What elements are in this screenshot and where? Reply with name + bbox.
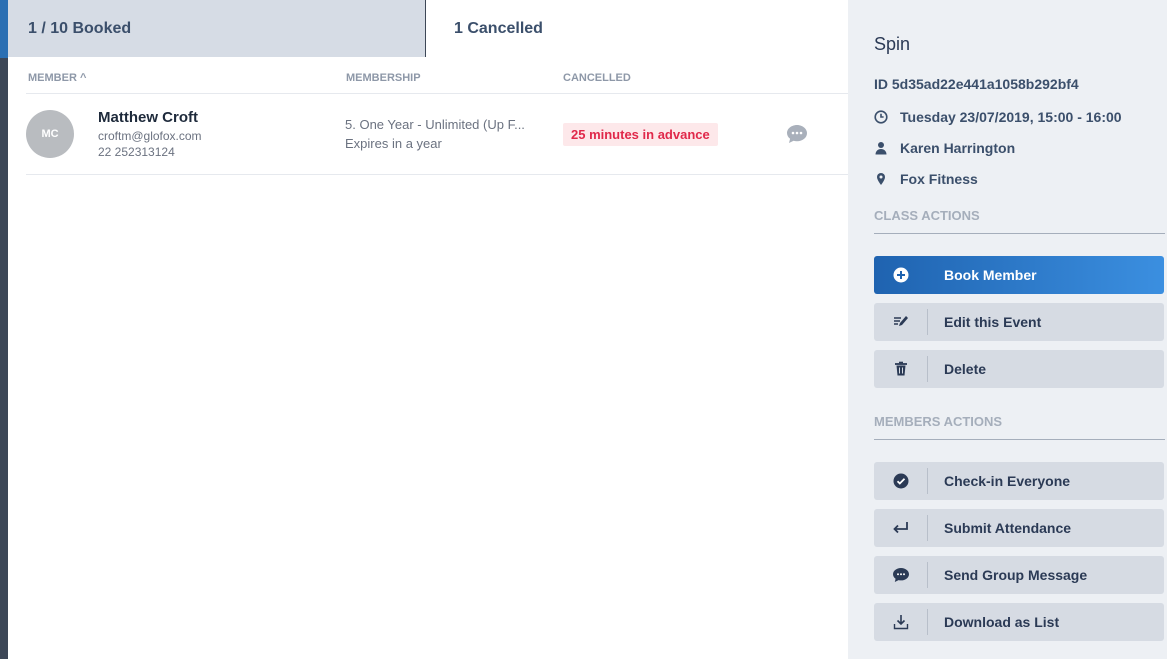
column-header-cancelled: CANCELLED	[563, 72, 631, 84]
class-details-sidebar: Spin ID 5d35ad22e441a1058b292bf4 Tuesday…	[848, 0, 1167, 659]
members-actions-label: MEMBERS ACTIONS	[874, 414, 1003, 429]
column-header-member[interactable]: MEMBER ^	[28, 72, 86, 84]
trash-icon	[874, 356, 928, 382]
table-row[interactable]: MC Matthew Croft croftm@glofox.com 22 25…	[26, 93, 848, 175]
submit-attendance-label: Submit Attendance	[944, 520, 1072, 536]
delete-event-button[interactable]: Delete	[874, 350, 1164, 388]
trainer-row: Karen Harrington	[874, 139, 1015, 157]
return-icon	[874, 515, 928, 541]
tab-cancelled[interactable]: 1 Cancelled	[426, 0, 848, 57]
background-strip	[0, 0, 8, 659]
class-title: Spin	[874, 34, 911, 54]
event-id: ID 5d35ad22e441a1058b292bf4	[874, 76, 1079, 92]
book-member-button[interactable]: Book Member	[874, 256, 1164, 294]
send-group-message-button[interactable]: Send Group Message	[874, 556, 1164, 594]
member-name[interactable]: Matthew Croft	[98, 109, 198, 126]
member-phone: 22 252313124	[98, 145, 175, 159]
book-member-label: Book Member	[944, 267, 1037, 283]
divider	[874, 439, 1165, 440]
attendance-tabs: 1 / 10 Booked 1 Cancelled	[8, 0, 848, 57]
location-row: Fox Fitness	[874, 170, 978, 188]
table-header: MEMBER ^ MEMBERSHIP CANCELLED	[28, 72, 848, 88]
comment-icon[interactable]	[785, 123, 809, 145]
map-pin-icon	[874, 172, 888, 186]
user-icon	[874, 141, 888, 155]
location-name: Fox Fitness	[900, 171, 978, 187]
send-group-message-label: Send Group Message	[944, 567, 1088, 583]
delete-event-label: Delete	[944, 361, 987, 377]
membership-name: 5. One Year - Unlimited (Up F...	[345, 117, 525, 132]
divider	[874, 233, 1165, 234]
clock-icon	[874, 110, 888, 124]
edit-icon	[874, 309, 928, 335]
edit-event-label: Edit this Event	[944, 314, 1042, 330]
class-actions-label: CLASS ACTIONS	[874, 208, 980, 223]
edit-event-button[interactable]: Edit this Event	[874, 303, 1164, 341]
cancelled-badge: 25 minutes in advance	[563, 123, 718, 146]
member-email: croftm@glofox.com	[98, 129, 202, 143]
trainer-name: Karen Harrington	[900, 140, 1016, 156]
download-icon	[874, 609, 928, 635]
tab-booked[interactable]: 1 / 10 Booked	[8, 0, 426, 57]
check-circle-icon	[874, 468, 928, 494]
attendance-panel: 1 / 10 Booked 1 Cancelled MEMBER ^ MEMBE…	[8, 0, 848, 659]
download-list-label: Download as List	[944, 614, 1060, 630]
submit-attendance-button[interactable]: Submit Attendance	[874, 509, 1164, 547]
avatar: MC	[26, 110, 74, 158]
membership-expiry: Expires in a year	[345, 136, 442, 151]
column-header-membership: MEMBERSHIP	[346, 72, 421, 84]
background-accent	[0, 0, 8, 58]
event-datetime: Tuesday 23/07/2019, 15:00 - 16:00	[900, 109, 1122, 125]
event-datetime-row: Tuesday 23/07/2019, 15:00 - 16:00	[874, 108, 1122, 126]
plus-circle-icon	[874, 262, 928, 288]
message-icon	[874, 562, 928, 588]
download-list-button[interactable]: Download as List	[874, 603, 1164, 641]
check-in-everyone-button[interactable]: Check-in Everyone	[874, 462, 1164, 500]
check-in-everyone-label: Check-in Everyone	[944, 473, 1071, 489]
